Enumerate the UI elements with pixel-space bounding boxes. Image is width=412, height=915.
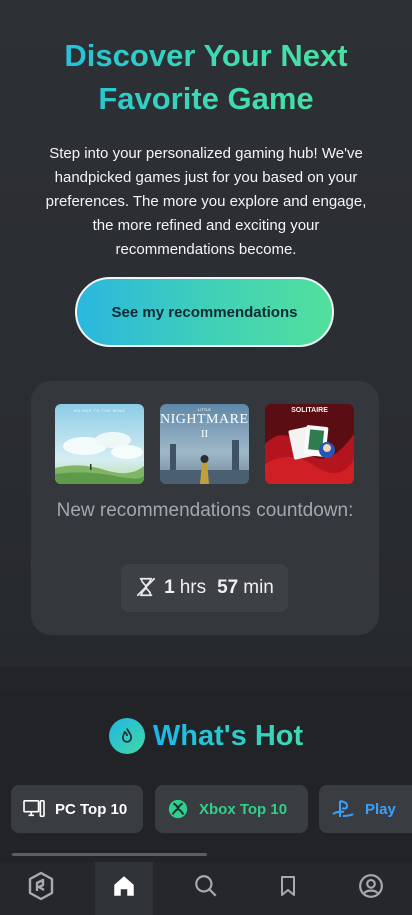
xbox-icon xyxy=(167,798,189,820)
game-thumbnail-sky[interactable]: AN ODE TO THE WIND xyxy=(55,404,144,484)
hero-section: Discover Your Next Favorite Game Step in… xyxy=(0,0,412,667)
flame-icon xyxy=(108,718,145,754)
chip-xbox-top-10[interactable]: Xbox Top 10 xyxy=(155,785,308,833)
search-icon xyxy=(193,873,219,904)
thumbnail-caption: AN ODE TO THE WIND xyxy=(73,408,126,413)
chip-label: PC Top 10 xyxy=(55,800,128,818)
chip-playstation[interactable]: Play xyxy=(319,785,412,833)
hourglass-off-icon xyxy=(135,576,159,600)
countdown-label: New recommendations countdown: xyxy=(56,500,354,521)
home-icon xyxy=(111,873,137,904)
chip-label: Xbox Top 10 xyxy=(199,800,288,818)
hero-description: Step into your personalized gaming hub! … xyxy=(45,145,367,258)
whats-hot-header: What's Hot xyxy=(0,718,412,754)
nav-home[interactable] xyxy=(94,862,153,915)
countdown-minutes-unit: min xyxy=(243,577,274,598)
thumbnail-caption: SOLITAIRE xyxy=(291,407,328,414)
countdown-minutes-value: 57 xyxy=(217,577,239,598)
nav-bookmarks[interactable] xyxy=(259,862,317,915)
recommendations-card: AN ODE TO THE WIND LITTLE NIGHTMARES II … xyxy=(31,381,379,635)
chip-label: Play xyxy=(365,800,396,818)
bottom-navigation xyxy=(0,862,412,915)
game-thumbnail-little-nightmares[interactable]: LITTLE NIGHTMARES II xyxy=(160,404,249,484)
whats-hot-title: What's Hot xyxy=(152,719,304,752)
horizontal-scrollbar[interactable] xyxy=(12,853,207,856)
chip-pc-top-10[interactable]: PC Top 10 xyxy=(11,785,143,833)
game-thumbnail-solitaire[interactable]: SOLITAIRE xyxy=(265,404,354,484)
thumbnail-caption: NIGHTMARES xyxy=(160,412,249,427)
see-recommendations-button[interactable]: See my recommendations xyxy=(75,277,334,347)
pc-icon xyxy=(23,799,45,819)
countdown-hours-unit: hrs xyxy=(179,577,207,598)
whats-hot-section: What's Hot PC Top 10 Xbox Top 10 Play xyxy=(0,692,412,862)
hero-title: Discover Your Next Favorite Game xyxy=(0,34,412,120)
nav-profile[interactable] xyxy=(342,862,400,915)
countdown-timer: 1 hrs 57 min xyxy=(121,564,288,612)
playstation-icon xyxy=(331,799,355,819)
nav-app-logo[interactable] xyxy=(12,862,70,915)
countdown-hours-value: 1 xyxy=(164,577,175,598)
bookmark-icon xyxy=(276,873,300,904)
thumbnail-caption-sub: II xyxy=(200,428,209,440)
profile-icon xyxy=(358,873,384,904)
app-logo-icon xyxy=(26,871,56,906)
nav-search[interactable] xyxy=(177,862,235,915)
